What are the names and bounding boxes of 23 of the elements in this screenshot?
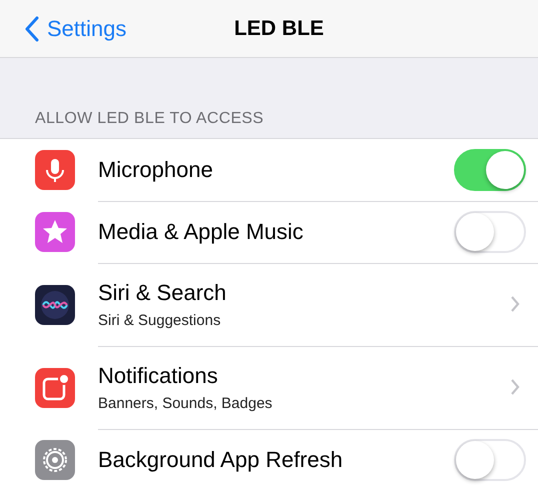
notifications-icon xyxy=(35,368,75,408)
settings-row[interactable]: Notifications Banners, Sounds, Badges xyxy=(0,346,538,429)
row-title: Notifications xyxy=(98,362,219,388)
settings-row[interactable]: Siri & Search Siri & Suggestions xyxy=(0,263,538,346)
back-chevron-icon xyxy=(25,16,39,42)
siri-icon xyxy=(35,284,75,324)
chevron-icon xyxy=(510,378,520,396)
settings-row[interactable]: Background App Refresh xyxy=(0,429,538,491)
row-subtitle: Siri & Suggestions xyxy=(98,312,222,328)
microphone-icon xyxy=(35,150,75,190)
gear-icon xyxy=(35,440,75,480)
settings-row[interactable]: Microphone xyxy=(0,139,538,201)
back-button[interactable]: Settings xyxy=(0,16,126,42)
row-title: Siri & Search xyxy=(98,280,228,306)
row-title: Background App Refresh xyxy=(98,446,344,472)
row-title: Microphone xyxy=(98,156,214,182)
settings-row[interactable]: Media & Apple Music xyxy=(0,201,538,263)
chevron-icon xyxy=(510,295,520,313)
section-header: ALLOW LED BLE TO ACCESS xyxy=(35,110,264,128)
row-title: Media & Apple Music xyxy=(98,218,304,244)
screen-title: LED BLE xyxy=(234,16,324,40)
row-subtitle: Banners, Sounds, Badges xyxy=(98,394,274,412)
toggle-switch[interactable] xyxy=(454,148,526,190)
